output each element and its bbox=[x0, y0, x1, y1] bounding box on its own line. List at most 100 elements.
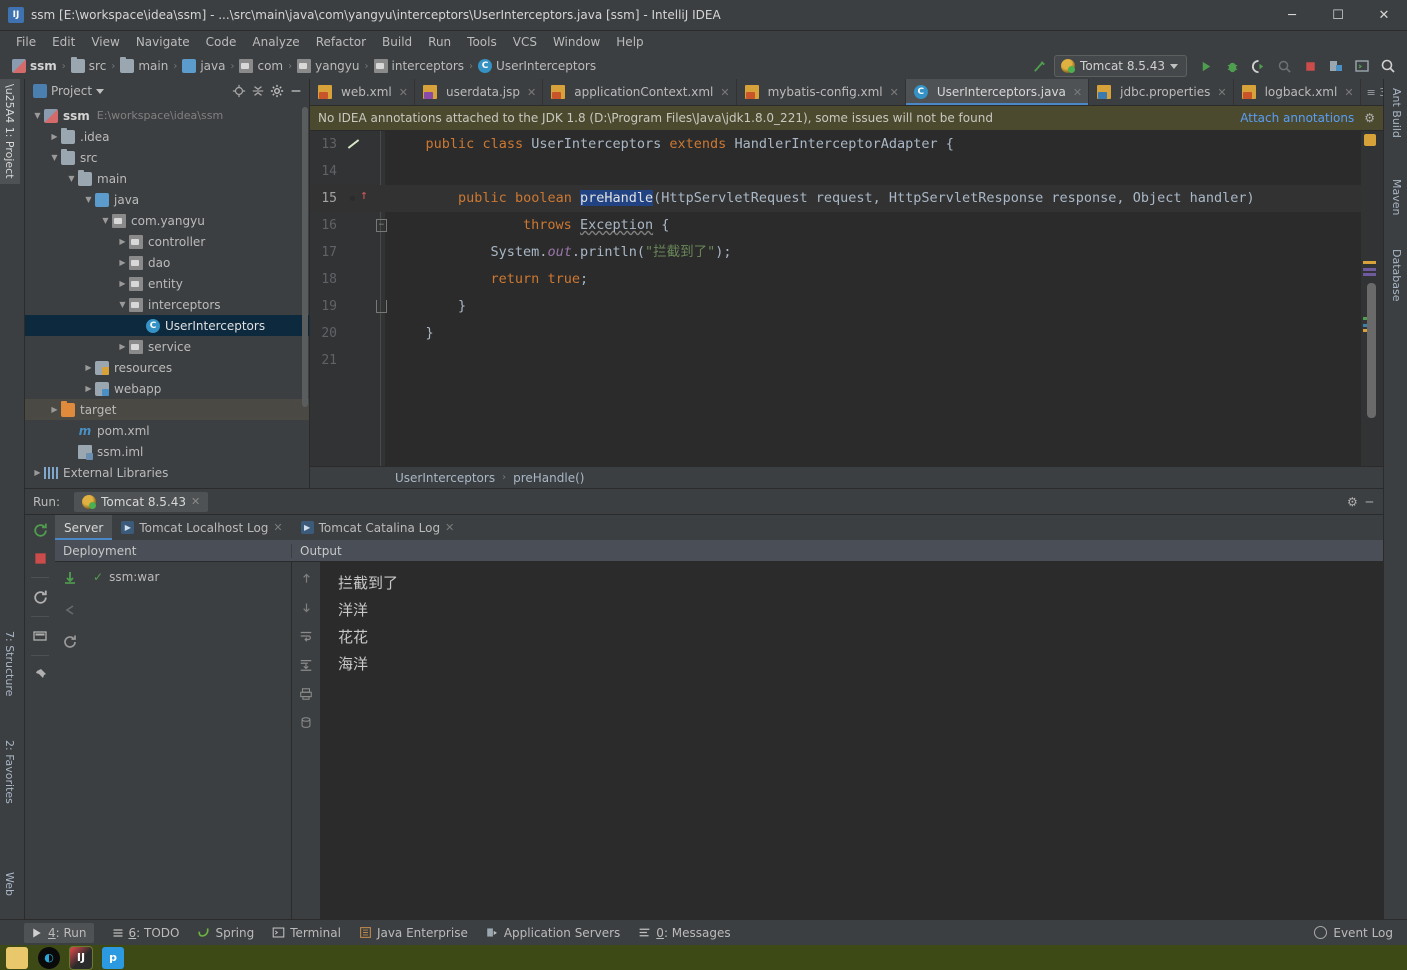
code-line[interactable]: public class UserInterceptors extends Ha… bbox=[393, 131, 1361, 158]
intellij-idea-icon[interactable]: IJ bbox=[69, 945, 93, 970]
run-icon[interactable] bbox=[1195, 55, 1217, 77]
editor-breadcrumb-item[interactable]: UserInterceptors bbox=[395, 471, 495, 485]
menu-item-run[interactable]: Run bbox=[420, 33, 459, 51]
close-icon[interactable]: ✕ bbox=[1217, 86, 1226, 99]
chevron-right-icon[interactable]: ▶ bbox=[48, 405, 61, 414]
run-class-icon[interactable] bbox=[346, 137, 362, 153]
stripe-usage-mark[interactable] bbox=[1363, 273, 1376, 276]
status-bar-item-application-servers[interactable]: Application Servers bbox=[486, 926, 620, 940]
editor-tab-userdata-jsp[interactable]: userdata.jsp ✕ bbox=[415, 79, 544, 105]
tree-node-main[interactable]: ▼ main bbox=[25, 168, 309, 189]
editor-tab-jdbc-properties[interactable]: jdbc.properties ✕ bbox=[1089, 79, 1234, 105]
scroll-down-icon[interactable] bbox=[298, 599, 314, 615]
tree-node-pom-xml[interactable]: m pom.xml bbox=[25, 420, 309, 441]
tree-node-ssm[interactable]: ▼ ssm E:\workspace\idea\ssm bbox=[25, 105, 309, 126]
tree-node-resources[interactable]: ▶ resources bbox=[25, 357, 309, 378]
run-subtab-server[interactable]: Server bbox=[55, 515, 113, 540]
code-editor[interactable]: 13 14 15 ↑ 16−17 18 19 20 21 public class UserIn… bbox=[310, 131, 1383, 466]
close-button[interactable]: ✕ bbox=[1361, 0, 1407, 31]
tab-overflow-button[interactable]: ≡ 3 bbox=[1367, 86, 1383, 99]
editor-tab-userinterceptors-java[interactable]: C UserInterceptors.java ✕ bbox=[905, 79, 1090, 105]
soft-wrap-icon[interactable] bbox=[298, 628, 314, 644]
code-line[interactable] bbox=[393, 158, 1361, 185]
chevron-right-icon[interactable]: ▶ bbox=[82, 363, 95, 372]
app-servers-icon[interactable] bbox=[1325, 55, 1347, 77]
menu-item-window[interactable]: Window bbox=[545, 33, 608, 51]
menu-item-build[interactable]: Build bbox=[374, 33, 420, 51]
tree-node-interceptors[interactable]: ▼ interceptors bbox=[25, 294, 309, 315]
code-line[interactable]: public boolean preHandle(HttpServletRequ… bbox=[393, 185, 1361, 212]
debug-icon[interactable] bbox=[1221, 55, 1243, 77]
breadcrumb-item-interceptors[interactable]: interceptors bbox=[373, 59, 464, 73]
status-bar-item-0-messages[interactable]: 0: Messages bbox=[638, 926, 731, 940]
stop-icon[interactable] bbox=[31, 549, 49, 567]
console-output[interactable]: 拦截到了 洋洋 花花 海洋 bbox=[320, 562, 1383, 919]
tree-node-src[interactable]: ▼ src bbox=[25, 147, 309, 168]
gear-icon[interactable] bbox=[268, 82, 286, 100]
sidebar-item-structure[interactable]: 7: Structure bbox=[0, 626, 20, 701]
code-line[interactable]: return true; bbox=[393, 266, 1361, 293]
project-tree-scrollbar[interactable] bbox=[302, 107, 308, 407]
project-tree[interactable]: ▼ ssm E:\workspace\idea\ssm ▶ .idea ▼ src ▼ main… bbox=[25, 103, 309, 488]
run-configuration-selector[interactable]: Tomcat 8.5.43 bbox=[1054, 55, 1187, 77]
chevron-right-icon[interactable]: ▶ bbox=[116, 258, 129, 267]
editor-tab-logback-xml[interactable]: logback.xml ✕ bbox=[1234, 79, 1361, 105]
scroll-up-icon[interactable] bbox=[298, 570, 314, 586]
deploy-icon[interactable] bbox=[61, 569, 79, 587]
stripe-warning-mark[interactable] bbox=[1363, 261, 1376, 264]
breadcrumb-item-userinterceptors[interactable]: C UserInterceptors bbox=[478, 59, 596, 73]
chevron-right-icon[interactable]: ▶ bbox=[31, 468, 44, 477]
browser-icon[interactable]: ◐ bbox=[38, 946, 60, 969]
close-icon[interactable]: ✕ bbox=[399, 86, 408, 99]
close-icon[interactable]: ✕ bbox=[273, 521, 282, 534]
menu-item-file[interactable]: File bbox=[8, 33, 44, 51]
menu-item-code[interactable]: Code bbox=[198, 33, 245, 51]
editor-breadcrumb-item[interactable]: preHandle() bbox=[513, 471, 584, 485]
close-icon[interactable]: ✕ bbox=[527, 86, 536, 99]
sidebar-item-web[interactable]: Web bbox=[0, 867, 20, 901]
stop-icon[interactable] bbox=[1299, 55, 1321, 77]
status-bar-item-6-todo[interactable]: 6: TODO bbox=[112, 926, 179, 940]
chevron-right-icon[interactable]: ▶ bbox=[116, 342, 129, 351]
sidebar-item-favorites[interactable]: 2: Favorites bbox=[0, 735, 20, 809]
chevron-right-icon[interactable]: ▶ bbox=[116, 237, 129, 246]
run-subtab-tomcat-localhost-log[interactable]: ▶ Tomcat Localhost Log ✕ bbox=[112, 515, 291, 540]
editor-gutter[interactable]: 13 14 15 ↑ 16−17 18 19 20 21 bbox=[310, 131, 387, 466]
breadcrumb-item-main[interactable]: main bbox=[120, 57, 168, 73]
chevron-down-icon[interactable]: ▼ bbox=[82, 195, 95, 204]
profile-icon[interactable] bbox=[1273, 55, 1295, 77]
menu-item-tools[interactable]: Tools bbox=[459, 33, 505, 51]
close-icon[interactable]: ✕ bbox=[191, 495, 200, 508]
gear-icon[interactable]: ⚙ bbox=[1347, 495, 1358, 509]
tree-node-ssm-iml[interactable]: ssm.iml bbox=[25, 441, 309, 462]
file-explorer-icon[interactable] bbox=[6, 946, 28, 969]
chevron-down-icon[interactable]: ▼ bbox=[31, 111, 44, 120]
close-icon[interactable]: ✕ bbox=[1073, 86, 1082, 99]
tree-node-entity[interactable]: ▶ entity bbox=[25, 273, 309, 294]
run-config-tab[interactable]: Tomcat 8.5.43 ✕ bbox=[74, 491, 209, 512]
run-with-coverage-icon[interactable] bbox=[1247, 55, 1269, 77]
tree-node-java[interactable]: ▼ java bbox=[25, 189, 309, 210]
collapse-all-icon[interactable] bbox=[249, 82, 267, 100]
editor-tab-applicationcontext-xml[interactable]: applicationContext.xml ✕ bbox=[543, 79, 737, 105]
code-line[interactable]: } bbox=[393, 293, 1361, 320]
chevron-down-icon[interactable]: ▼ bbox=[99, 216, 112, 225]
rerun-icon[interactable] bbox=[31, 521, 49, 539]
close-icon[interactable]: ✕ bbox=[720, 86, 729, 99]
pin-icon[interactable] bbox=[31, 666, 49, 684]
menu-item-refactor[interactable]: Refactor bbox=[308, 33, 374, 51]
chevron-right-icon[interactable]: ▶ bbox=[48, 132, 61, 141]
search-icon[interactable] bbox=[1377, 55, 1399, 77]
code-line[interactable]: System.out.println("拦截到了"); bbox=[393, 239, 1361, 266]
event-log-button[interactable]: Event Log bbox=[1333, 926, 1393, 940]
run-subtab-tomcat-catalina-log[interactable]: ▶ Tomcat Catalina Log ✕ bbox=[292, 515, 464, 540]
maximize-button[interactable]: ☐ bbox=[1315, 0, 1361, 31]
menu-item-view[interactable]: View bbox=[83, 33, 127, 51]
build-icon[interactable] bbox=[1028, 55, 1050, 77]
restart-server-icon[interactable] bbox=[31, 588, 49, 606]
editor-vertical-scrollbar[interactable] bbox=[1367, 283, 1376, 418]
hide-panel-icon[interactable] bbox=[287, 82, 305, 100]
deployment-row[interactable]: ✓ ssm:war bbox=[85, 568, 291, 586]
sidebar-item-project[interactable]: \u25A4 1: Project bbox=[0, 79, 20, 184]
editor-tab-web-xml[interactable]: web.xml ✕ bbox=[310, 79, 415, 105]
